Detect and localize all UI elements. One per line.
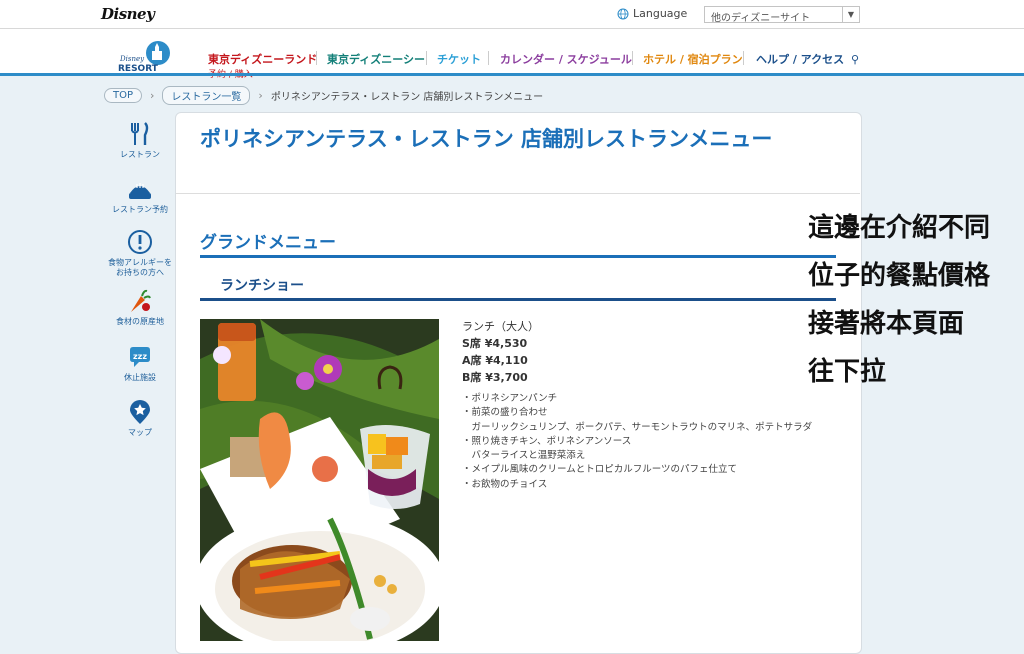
nav-help-access[interactable]: ヘルプ / アクセス ⚲ — [756, 51, 859, 67]
list-item: ガーリックシュリンプ、ポークパテ、サーモントラウトのマリネ、ポテトサラダ — [462, 421, 813, 433]
menu-details: ランチ（大人） S席 ¥4,530 A席 ¥4,110 B席 ¥3,700 ・ポ… — [462, 319, 842, 492]
section-title: グランドメニュー — [200, 233, 336, 253]
menu-food-photo — [200, 319, 439, 641]
annotation-line: 這邊在介紹不同 — [808, 213, 991, 243]
breadcrumb-current: ポリネシアンテラス・レストラン 店舗別レストランメニュー — [270, 91, 544, 103]
breadcrumb: TOP › レストラン一覧 › ポリネシアンテラス・レストラン 店舗別レストラン… — [104, 85, 544, 105]
nav-help-access-label: ヘルプ / アクセス — [756, 53, 845, 66]
list-item: バターライスと温野菜添え — [462, 450, 586, 462]
breadcrumb-restaurant-list[interactable]: レストラン一覧 — [162, 85, 251, 105]
svg-text:zzz: zzz — [133, 352, 147, 361]
list-item: ・照り焼きチキン、ポリネシアンソース — [462, 435, 632, 447]
nav-ticket[interactable]: チケット — [437, 51, 481, 67]
nav-divider — [426, 51, 427, 65]
annotation-overlay: 這邊在介紹不同 位子的餐點價格 接著將本頁面 往下拉 — [808, 204, 990, 396]
sidebar-item-label: 食物アレルギーを お持ちの方へ — [108, 258, 172, 277]
subsection-divider — [200, 298, 836, 301]
sidebar-item-label: マップ — [128, 428, 152, 437]
language-switcher[interactable]: Language — [617, 7, 687, 20]
chevron-right-icon: › — [258, 88, 263, 102]
list-item: ・お飲物のチョイス — [462, 478, 548, 490]
language-label: Language — [633, 7, 688, 20]
disney-logo[interactable]: Disney — [101, 5, 155, 23]
nav-divider — [316, 51, 317, 65]
menu-item-list: ・ポリネシアンパンチ ・前菜の盛り合わせ ガーリックシュリンプ、ポークパテ、サー… — [462, 392, 842, 492]
sidebar-item-label: 休止施設 — [124, 373, 156, 382]
svg-text:Disney: Disney — [119, 55, 145, 63]
list-item: ・メイプル風味のクリームとトロピカルフルーツのパフェ仕立て — [462, 464, 738, 476]
subsection-title: ランチショー — [220, 278, 304, 294]
sidebar-item-label: レストラン — [120, 150, 160, 159]
breadcrumb-top[interactable]: TOP — [104, 87, 143, 103]
sidebar-item-food-origin[interactable]: 食材の原産地 — [106, 288, 174, 327]
price-a-seat: A席 ¥4,110 — [462, 354, 528, 367]
price-s-seat: S席 ¥4,530 — [462, 337, 528, 350]
search-icon: ⚲ — [850, 53, 860, 66]
sidebar-item-closed-facilities[interactable]: zzz 休止施設 — [106, 344, 174, 383]
map-pin-icon — [130, 400, 150, 424]
list-item: ・ポリネシアンパンチ — [462, 393, 558, 404]
annotation-line: 位子的餐點價格 — [808, 261, 991, 291]
price-b-seat: B席 ¥3,700 — [462, 371, 528, 384]
sidebar-item-label: レストラン予約 — [112, 205, 168, 214]
chevron-down-icon: ▼ — [842, 7, 859, 22]
sidebar-item-restaurant-reserve[interactable]: レストラン予約 — [106, 176, 174, 215]
sidebar-item-label: 食材の原産地 — [116, 317, 164, 326]
nav-tokyo-disneysea[interactable]: 東京ディズニーシー — [327, 51, 425, 67]
sidebar-item-restaurant[interactable]: レストラン — [106, 121, 174, 160]
globe-icon — [617, 8, 629, 19]
list-item: ・前菜の盛り合わせ — [462, 407, 548, 419]
carrot-icon — [131, 289, 151, 312]
sidebar-item-map[interactable]: マップ — [106, 399, 174, 438]
annotation-line: 往下拉 — [808, 357, 887, 387]
reserve-icon — [129, 183, 151, 199]
nav-underline — [0, 73, 1024, 76]
sidebar-item-allergy[interactable]: 食物アレルギーを お持ちの方へ — [106, 229, 174, 278]
nav-calendar-schedule[interactable]: カレンダー / スケジュール — [500, 51, 632, 67]
sleep-icon: zzz — [130, 347, 150, 367]
disney-resort-logo[interactable]: Disney RESORT — [116, 38, 182, 74]
nav-tokyo-disneyland[interactable]: 東京ディズニーランド — [208, 51, 317, 67]
exclamation-icon — [128, 230, 152, 254]
other-sites-select-value: 他のディズニーサイト — [711, 13, 811, 24]
nav-divider — [488, 51, 489, 65]
nav-divider — [743, 51, 744, 65]
fork-knife-icon — [131, 122, 149, 145]
page-title: ポリネシアンテラス・レストラン 店舗別レストランメニュー — [200, 127, 773, 151]
menu-name: ランチ（大人） — [462, 320, 539, 333]
section-divider — [200, 255, 836, 258]
other-sites-select[interactable]: 他のディズニーサイト ▼ — [704, 6, 860, 24]
title-divider — [176, 193, 860, 194]
nav-divider — [632, 51, 633, 65]
nav-hotel-plan[interactable]: ホテル / 宿泊プラン — [643, 51, 743, 67]
chevron-right-icon: › — [150, 88, 155, 102]
annotation-line: 接著將本頁面 — [808, 309, 965, 339]
